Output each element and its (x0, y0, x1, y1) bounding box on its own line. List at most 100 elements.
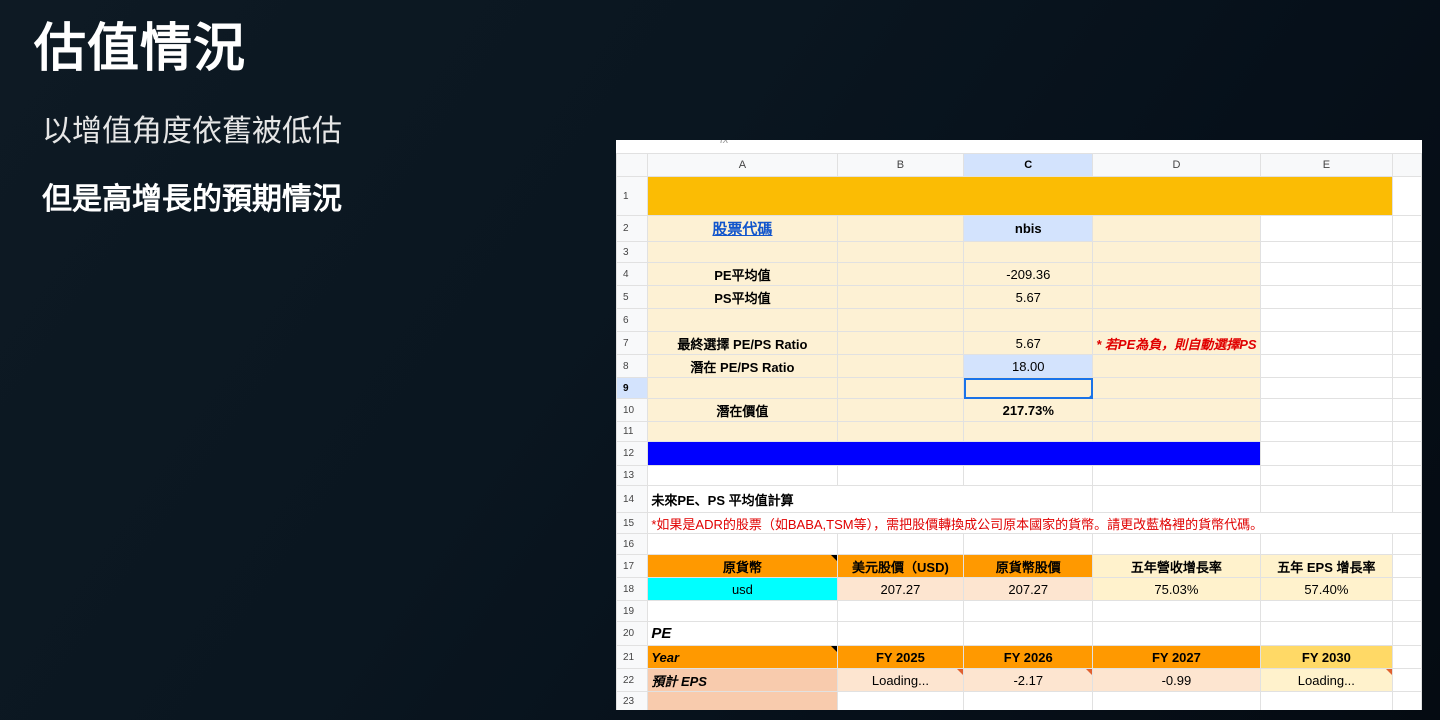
cell[interactable] (1392, 398, 1422, 422)
cell[interactable] (836, 691, 965, 710)
cell[interactable] (1392, 533, 1422, 555)
cell[interactable] (1259, 215, 1394, 242)
cell[interactable] (647, 421, 838, 442)
cell[interactable] (1259, 441, 1394, 466)
cell[interactable] (1259, 421, 1394, 442)
row-number[interactable]: 17 (616, 554, 649, 578)
row-number[interactable]: 23 (616, 691, 649, 710)
cell[interactable] (963, 241, 1094, 263)
cell[interactable] (1392, 421, 1422, 442)
eps-fy2030[interactable]: Loading... (1259, 668, 1394, 692)
cell[interactable] (647, 308, 838, 332)
header-usd-price[interactable]: 美元股價（USD) (836, 554, 965, 578)
cell[interactable] (963, 308, 1094, 332)
ticker-input[interactable]: nbis (963, 215, 1094, 242)
cell[interactable] (1259, 621, 1394, 646)
currency-code-input[interactable]: usd (647, 577, 838, 601)
header-local-price[interactable]: 原貨幣股價 (963, 554, 1094, 578)
cell[interactable] (836, 331, 965, 355)
header-revenue-growth[interactable]: 五年營收增長率 (1092, 554, 1261, 578)
cell[interactable] (1392, 262, 1422, 286)
cell[interactable] (647, 533, 838, 555)
cell[interactable] (647, 465, 838, 486)
cell[interactable] (1259, 691, 1394, 710)
year-fy2030[interactable]: FY 2030 (1259, 645, 1394, 669)
eps-forecast-label[interactable]: 預計 EPS (647, 668, 838, 692)
cell[interactable] (1392, 668, 1422, 692)
column-header-b[interactable]: B (836, 153, 965, 177)
cell-a2[interactable]: 股票代碼 (647, 215, 838, 242)
final-ratio-value[interactable]: 5.67 (963, 331, 1094, 355)
row-number[interactable]: 7 (616, 331, 649, 355)
pe-section-label[interactable]: PE (647, 621, 838, 646)
cell[interactable] (1392, 600, 1422, 622)
row-number[interactable]: 2 (616, 215, 649, 242)
year-fy2026[interactable]: FY 2026 (963, 645, 1094, 669)
cell[interactable] (1259, 485, 1394, 513)
cell[interactable] (1392, 285, 1422, 309)
usd-price-value[interactable]: 207.27 (836, 577, 965, 601)
cell[interactable] (1092, 241, 1261, 263)
cell[interactable] (836, 600, 965, 622)
cell[interactable] (963, 465, 1094, 486)
cell[interactable] (836, 285, 965, 309)
cell[interactable] (1392, 441, 1422, 466)
cell[interactable] (647, 600, 838, 622)
cell[interactable] (1259, 262, 1394, 286)
cell[interactable] (1392, 308, 1422, 332)
cell[interactable] (963, 600, 1094, 622)
cell[interactable] (1092, 308, 1261, 332)
eps-fy2026[interactable]: -2.17 (963, 668, 1094, 692)
pe-average-value[interactable]: -209.36 (963, 262, 1094, 286)
year-fy2025[interactable]: FY 2025 (836, 645, 965, 669)
section-heading[interactable]: 未來PE、PS 平均值計算 (647, 485, 1094, 513)
cell[interactable] (1092, 215, 1261, 242)
row-number[interactable]: 6 (616, 308, 649, 332)
cell[interactable] (836, 308, 965, 332)
cell[interactable] (1092, 421, 1261, 442)
row-number[interactable]: 22 (616, 668, 649, 692)
row-number[interactable]: 11 (616, 421, 649, 442)
cell[interactable] (1259, 308, 1394, 332)
cell[interactable] (1392, 577, 1422, 601)
header-eps-growth[interactable]: 五年 EPS 增長率 (1259, 554, 1394, 578)
cell[interactable] (1092, 398, 1261, 422)
cell[interactable] (836, 621, 965, 646)
row-number[interactable]: 19 (616, 600, 649, 622)
row-number[interactable]: 5 (616, 285, 649, 309)
cell[interactable] (1392, 621, 1422, 646)
row-number[interactable]: 15 (616, 512, 649, 534)
year-label[interactable]: Year (647, 645, 838, 669)
cell[interactable] (1392, 377, 1422, 399)
row-number[interactable]: 10 (616, 398, 649, 422)
row-number[interactable]: 14 (616, 485, 649, 513)
cell[interactable] (963, 533, 1094, 555)
cell[interactable] (836, 398, 965, 422)
cell[interactable] (963, 621, 1094, 646)
row-number[interactable]: 12 (616, 441, 649, 466)
cell[interactable] (1259, 600, 1394, 622)
cell[interactable] (1392, 354, 1422, 378)
cell[interactable] (836, 354, 965, 378)
potential-value[interactable]: 217.73% (963, 398, 1094, 422)
cell[interactable] (1092, 691, 1261, 710)
cell[interactable] (1392, 485, 1422, 513)
cell[interactable] (1092, 533, 1261, 555)
cell[interactable] (1092, 485, 1261, 513)
cell[interactable] (1392, 645, 1422, 669)
column-header-e[interactable]: E (1259, 153, 1394, 177)
potential-ratio-input[interactable]: 18.00 (963, 354, 1094, 378)
cell[interactable] (963, 691, 1094, 710)
cell[interactable] (1092, 377, 1261, 399)
eps-growth-value[interactable]: 57.40% (1259, 577, 1394, 601)
row-number[interactable]: 8 (616, 354, 649, 378)
potential-ratio-label[interactable]: 潛在 PE/PS Ratio (647, 354, 838, 378)
cell[interactable] (836, 421, 965, 442)
title-band[interactable] (647, 176, 1394, 216)
cell[interactable] (1392, 691, 1422, 710)
cell[interactable] (1392, 215, 1422, 242)
active-cell-c9[interactable] (963, 377, 1094, 399)
local-price-value[interactable]: 207.27 (963, 577, 1094, 601)
corner-cell[interactable] (616, 153, 649, 177)
cell[interactable] (836, 215, 965, 242)
